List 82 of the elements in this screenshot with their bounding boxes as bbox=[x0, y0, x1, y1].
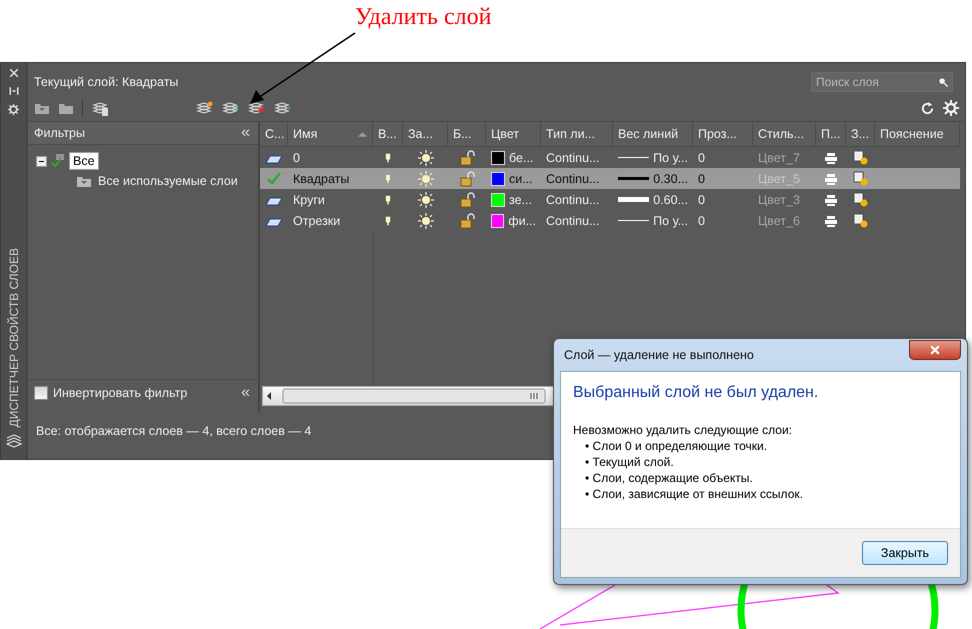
plot-style-cell-text: Цвет_3 bbox=[757, 192, 801, 208]
palette-title: ДИСПЕТЧЕР СВОЙСТВ СЛОЕВ bbox=[6, 248, 20, 427]
lineweight-cell[interactable]: По у... bbox=[613, 147, 693, 168]
layer-name[interactable]: 0 bbox=[288, 147, 373, 168]
linetype-cell[interactable]: Continu... bbox=[541, 147, 613, 168]
column-header[interactable]: Тип ли... bbox=[541, 122, 613, 147]
lineweight-cell[interactable]: По у... bbox=[613, 210, 693, 231]
dialog-title: Слой — удаление не выполнено bbox=[563, 348, 754, 362]
search-icon bbox=[938, 77, 949, 88]
column-header[interactable]: Стиль... bbox=[753, 122, 816, 147]
lightbulb-on-icon[interactable] bbox=[383, 214, 393, 228]
column-header[interactable]: П... bbox=[816, 122, 846, 147]
column-header[interactable]: С... bbox=[260, 122, 288, 147]
layer-name[interactable]: Отрезки bbox=[288, 210, 373, 231]
invert-filter-label: Инвертировать фильтр bbox=[53, 386, 188, 400]
lightbulb-on-icon[interactable] bbox=[383, 150, 393, 164]
search-field[interactable]: Поиск слоя bbox=[811, 72, 953, 92]
column-header[interactable]: З... bbox=[846, 122, 875, 147]
lineweight-cell[interactable]: 0.30... bbox=[613, 168, 693, 189]
unlocked-icon[interactable] bbox=[459, 170, 475, 186]
annotation-label: Удалить слой bbox=[355, 4, 492, 31]
column-header[interactable]: Пояснение bbox=[875, 122, 960, 147]
color-cell[interactable]: фи... bbox=[486, 210, 541, 231]
sun-icon[interactable] bbox=[418, 192, 434, 208]
column-header[interactable]: Имя bbox=[288, 122, 373, 147]
unlocked-icon[interactable] bbox=[459, 192, 475, 208]
printer-icon[interactable] bbox=[824, 192, 838, 206]
settings-icon[interactable] bbox=[943, 100, 959, 116]
tree-item[interactable]: Все используемые слои bbox=[95, 173, 241, 189]
close-button[interactable]: Закрыть bbox=[862, 541, 948, 565]
unlocked-icon[interactable] bbox=[459, 212, 475, 228]
close-button[interactable] bbox=[909, 340, 961, 360]
reason-item: • Слои, зависящие от внешних ссылок. bbox=[584, 486, 804, 502]
column-header[interactable]: Проз... bbox=[693, 122, 753, 147]
lineweight-cell[interactable]: 0.60... bbox=[613, 189, 693, 210]
checkbox[interactable] bbox=[34, 386, 48, 400]
dialog-heading: Выбранный слой не был удален. bbox=[573, 384, 820, 402]
linetype-cell[interactable]: Continu... bbox=[541, 210, 613, 231]
tree-item[interactable]: Все bbox=[69, 152, 99, 170]
status-text: Все: отображается слоев — 4, всего слоев — 4 bbox=[36, 424, 312, 438]
reason-item: • Слои, содержащие объекты. bbox=[584, 470, 754, 486]
unlocked-icon[interactable] bbox=[459, 150, 475, 166]
layer-name[interactable]: Круги bbox=[288, 189, 373, 210]
column-header[interactable]: Цвет bbox=[486, 122, 541, 147]
close-icon[interactable] bbox=[8, 67, 20, 79]
collapse-button[interactable]: « bbox=[239, 124, 252, 142]
layer-name[interactable]: Квадраты bbox=[288, 168, 373, 189]
transparency-cell[interactable]: 0 bbox=[693, 189, 753, 210]
printer-icon[interactable] bbox=[824, 214, 838, 228]
filters-title: Фильтры bbox=[34, 126, 85, 140]
linetype-cell[interactable]: Continu... bbox=[541, 189, 613, 210]
lightbulb-on-icon[interactable] bbox=[383, 192, 393, 206]
color-cell[interactable]: зе... bbox=[486, 189, 541, 210]
current-layer-label: Текущий слой: Квадраты bbox=[34, 75, 178, 89]
expander-icon[interactable] bbox=[36, 156, 47, 166]
transparency-cell[interactable]: 0 bbox=[693, 210, 753, 231]
sun-icon[interactable] bbox=[418, 212, 434, 228]
color-cell[interactable]: си... bbox=[486, 168, 541, 189]
delete-layer-icon[interactable] bbox=[247, 100, 265, 116]
reason-item: • Текущий слой. bbox=[584, 454, 675, 470]
filter-check-icon bbox=[50, 153, 66, 169]
color-cell[interactable]: бе... bbox=[486, 147, 541, 168]
column-header[interactable]: Вес линий bbox=[613, 122, 693, 147]
linetype-cell[interactable]: Continu... bbox=[541, 168, 613, 189]
close-icon bbox=[929, 344, 941, 356]
column-header[interactable]: За... bbox=[403, 122, 448, 147]
column-header[interactable]: Б... bbox=[448, 122, 486, 147]
printer-icon[interactable] bbox=[824, 150, 838, 164]
settings-icon[interactable] bbox=[7, 103, 20, 116]
refresh-icon[interactable] bbox=[920, 100, 935, 116]
layers-icon[interactable] bbox=[6, 433, 22, 449]
sun-icon[interactable] bbox=[418, 150, 434, 166]
reason-item: • Слои 0 и определяющие точки. bbox=[584, 438, 768, 454]
plot-style-cell-text: Цвет_6 bbox=[757, 212, 801, 230]
dialog-message: Невозможно удалить следующие слои: bbox=[573, 422, 793, 438]
plot-style-cell-text: Цвет_7 bbox=[757, 150, 801, 166]
transparency-cell[interactable]: 0 bbox=[693, 147, 753, 168]
sort-arrow-icon bbox=[357, 130, 368, 138]
transparency-cell[interactable]: 0 bbox=[693, 168, 753, 189]
collapse-button[interactable]: « bbox=[239, 384, 252, 402]
column-header[interactable]: В... bbox=[373, 122, 403, 147]
auto-hide-icon[interactable] bbox=[8, 85, 20, 97]
